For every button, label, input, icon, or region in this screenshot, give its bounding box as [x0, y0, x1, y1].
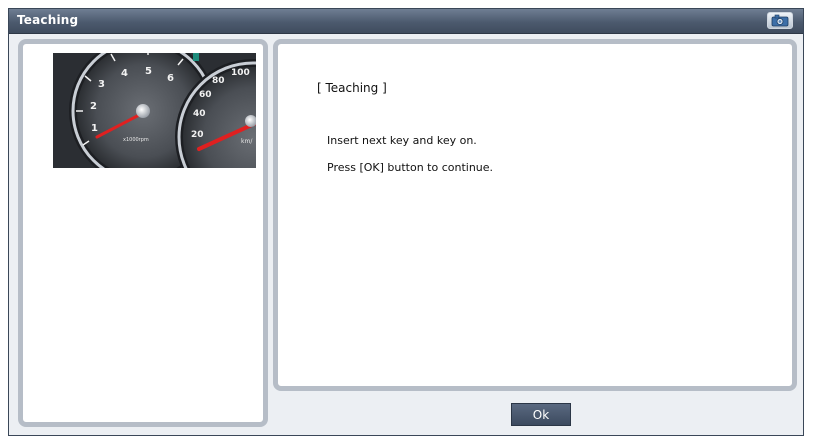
title-bar[interactable]: Teaching [9, 9, 803, 34]
tach-number: 6 [167, 73, 174, 84]
message-panel: [ Teaching ] Insert next key and key on.… [273, 39, 797, 391]
camera-icon[interactable] [767, 12, 793, 29]
instrument-cluster-image: 1 2 3 4 5 6 x1000rpm 20 40 60 80 100 km/ [53, 53, 256, 168]
tach-number: 3 [98, 79, 105, 90]
message-line-press-ok: Press [OK] button to continue. [327, 161, 494, 174]
tach-number: 2 [90, 101, 97, 112]
tach-number: 5 [145, 66, 152, 77]
speedo-number: 60 [199, 90, 212, 100]
speedo-number: 80 [212, 76, 225, 86]
message-heading: [ Teaching ] [317, 81, 387, 95]
image-panel: 1 2 3 4 5 6 x1000rpm 20 40 60 80 100 km/ [18, 39, 268, 427]
tach-unit: x1000rpm [123, 137, 149, 143]
speedo-number: 40 [193, 109, 206, 119]
message-line-insert-key: Insert next key and key on. [327, 134, 477, 147]
speedo-unit: km/ [241, 138, 253, 145]
tach-number: 4 [121, 68, 128, 79]
tach-number: 1 [91, 123, 98, 134]
teaching-dialog: Teaching 1 2 3 4 5 6 x1000rpm 20 40 60 8… [8, 8, 804, 436]
speedo-number: 20 [191, 130, 204, 140]
window-title: Teaching [17, 13, 79, 27]
speedo-number: 100 [231, 68, 250, 78]
ok-button[interactable]: Ok [511, 403, 571, 426]
